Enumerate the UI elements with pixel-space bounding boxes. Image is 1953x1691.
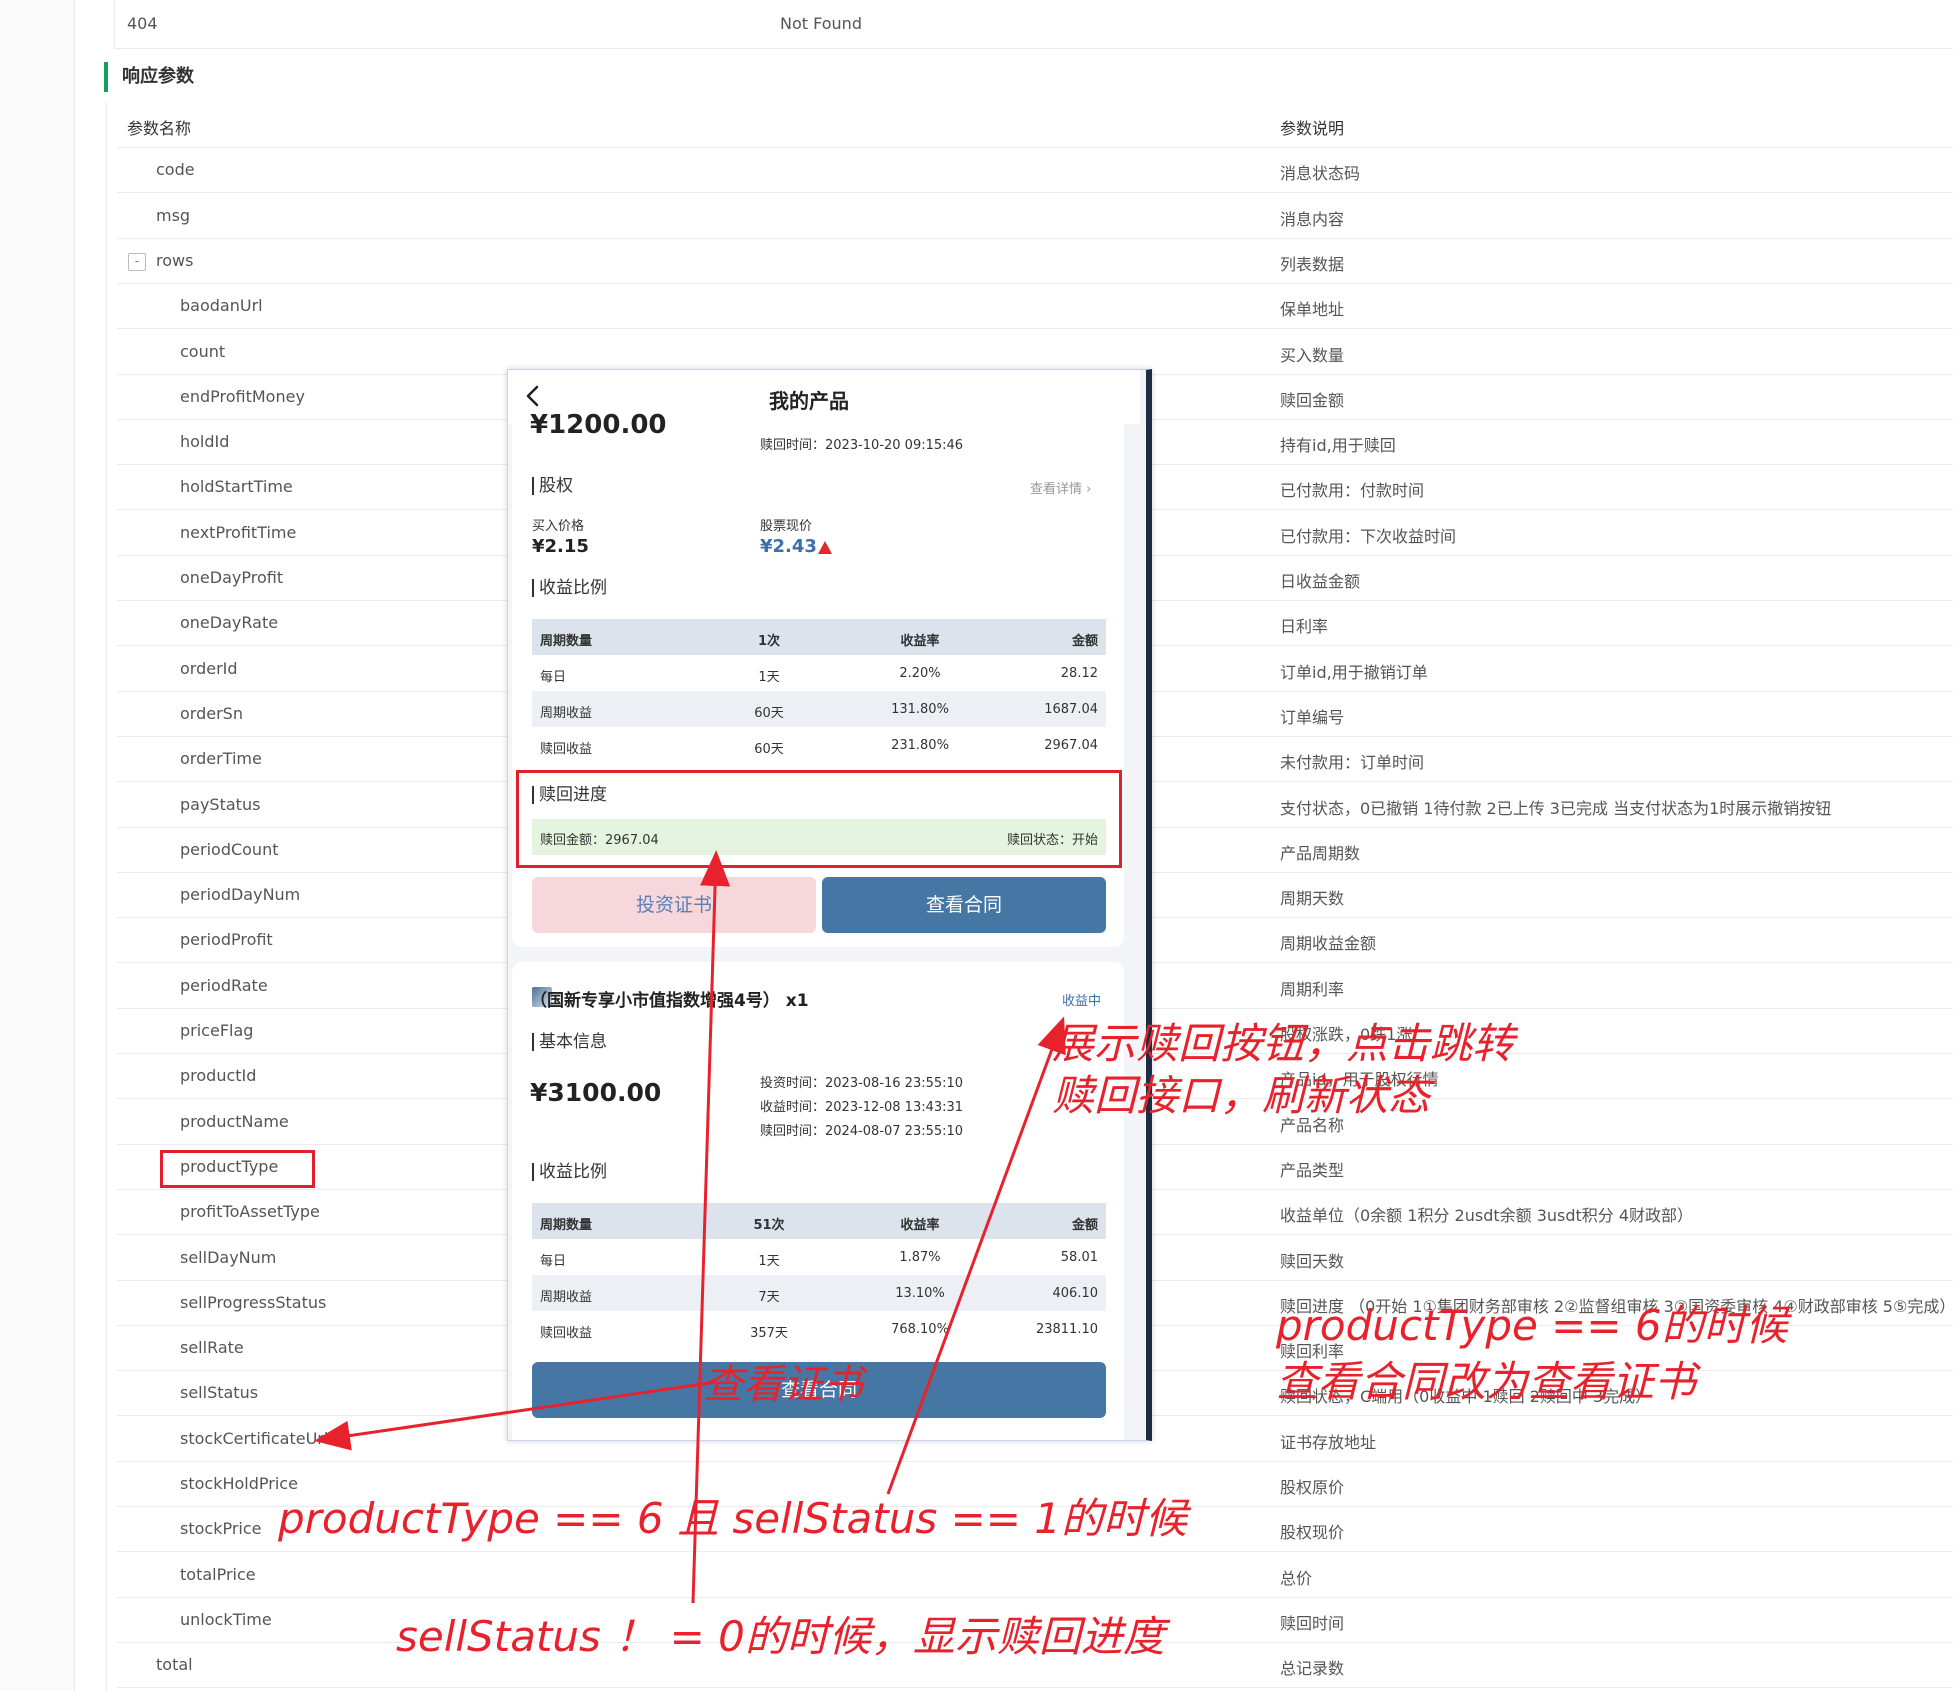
- annotation-product-type-6-line1: productType == 6的时候: [1276, 1301, 1788, 1350]
- annotation-redeem-button-line2: 赎回接口，刷新状态: [1052, 1071, 1431, 1120]
- annotation-type6-and-sell1: productType == 6 且 sellStatus == 1的时候: [278, 1494, 1188, 1543]
- arrow-to-product-status: [886, 1016, 1066, 1495]
- annotation-arrows: [314, 850, 1066, 1604]
- annotation-product-type-6: productType == 6的时候 查看合同改为查看证书: [1276, 1298, 1788, 1410]
- annotation-product-type-6-line2: 查看合同改为查看证书: [1276, 1357, 1697, 1406]
- annotation-sell-status-not-zero: sellStatus ！ = 0的时候，显示赎回进度: [396, 1612, 1165, 1661]
- arrow-to-stock-certificate-url: [314, 1380, 717, 1451]
- annotation-view-certificate: 查看证书: [703, 1362, 863, 1408]
- annotation-redeem-button-line1: 展示赎回按钮，点击跳转: [1052, 1019, 1515, 1068]
- annotation-redeem-button: 展示赎回按钮，点击跳转 赎回接口，刷新状态: [1052, 1018, 1514, 1122]
